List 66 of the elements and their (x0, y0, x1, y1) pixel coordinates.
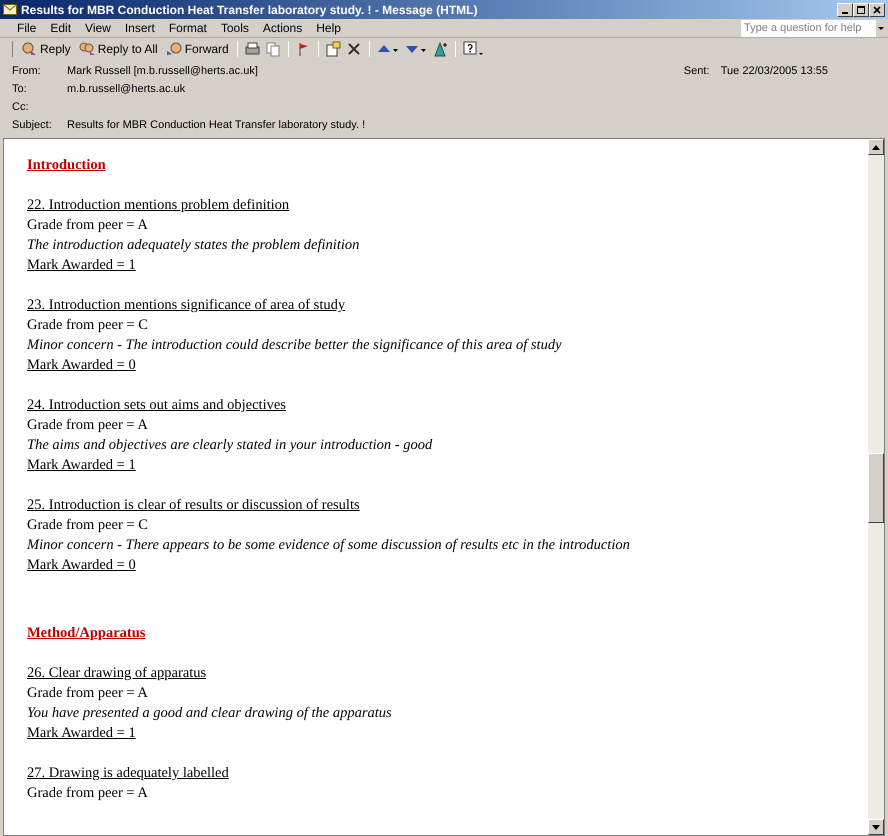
mark-awarded: Mark Awarded = 1 (27, 256, 137, 275)
forward-icon (166, 40, 183, 56)
criterion-title: 22. Introduction mentions problem definition (27, 196, 290, 215)
field-value: Tue 22/03/2005 13:55 (720, 64, 828, 79)
menu-item[interactable]: View (78, 19, 118, 37)
feedback-comment: The aims and objectives are clearly stated in your introduction - good (27, 436, 434, 455)
criterion-title: 24. Introduction sets out aims and objectives (27, 396, 287, 415)
scrollbar[interactable] (868, 139, 884, 835)
print-icon[interactable] (244, 40, 261, 56)
feedback-comment: Minor concern - There appears to be some evidence of some discussion of results etc in the introduction (27, 536, 631, 555)
menu-item[interactable]: Help (309, 19, 348, 37)
peer-grade: Grade from peer = A (27, 684, 149, 703)
forward-button[interactable]: Forward (164, 39, 231, 58)
field-value: m.b.russell@herts.ac.uk (67, 82, 186, 97)
criterion-title: 25. Introduction is clear of results or discussion of results (27, 496, 361, 515)
maximize-icon (856, 4, 866, 14)
folder-icon[interactable] (324, 40, 342, 56)
field-value: Mark Russell [m.b.russell@herts.ac.uk] (67, 64, 258, 79)
minimize-button[interactable] (837, 2, 853, 16)
field-value: Results for MBR Conduction Heat Transfer laboratory study. ! (67, 118, 366, 133)
menu-item[interactable]: File (10, 19, 44, 37)
field-label: From: (12, 64, 42, 79)
feedback-comment: Minor concern - The introduction could describe better the significance of this area of study (27, 336, 563, 355)
mark-awarded: Mark Awarded = 1 (27, 456, 137, 475)
copy-icon[interactable] (264, 40, 282, 56)
field-label: Sent: (684, 64, 710, 79)
field-label: To: (12, 82, 28, 97)
close-button[interactable] (869, 2, 885, 16)
down-arrow-icon (872, 824, 880, 830)
up-arrow-icon (872, 144, 880, 150)
envelope-icon (3, 4, 17, 15)
section-heading: Introduction (27, 156, 107, 175)
menu-item[interactable]: Actions (256, 19, 310, 37)
menu-item[interactable]: Insert (118, 19, 162, 37)
peer-grade: Grade from peer = A (27, 784, 149, 803)
close-icon (872, 4, 882, 14)
criterion-title: 23. Introduction mentions significance of area of study (27, 296, 346, 315)
reply-all-button[interactable]: Reply to All (76, 39, 160, 58)
minimize-icon (842, 12, 848, 14)
field-label: Subject: (12, 118, 53, 133)
menu-item[interactable]: Edit (43, 19, 78, 37)
field-label: Cc: (12, 100, 30, 115)
mark-awarded: Mark Awarded = 0 (27, 356, 137, 375)
scroll-thumb[interactable] (868, 453, 884, 523)
reply-icon (21, 40, 38, 56)
scroll-down-button[interactable] (868, 819, 884, 835)
peer-grade: Grade from peer = A (27, 216, 149, 235)
reply-all-icon (78, 40, 96, 56)
feedback-comment: You have presented a good and clear drawing of the apparatus (27, 704, 393, 723)
menu-item[interactable]: Format (162, 19, 214, 37)
menu-item[interactable]: Tools (214, 19, 256, 37)
peer-grade: Grade from peer = C (27, 516, 149, 535)
criterion-title: 26. Clear drawing of apparatus (27, 664, 208, 683)
mark-awarded: Mark Awarded = 1 (27, 724, 137, 743)
help-search-field[interactable]: Type a question for help (741, 20, 876, 36)
help-icon[interactable] (462, 40, 486, 56)
scroll-up-button[interactable] (868, 139, 884, 155)
maximize-button[interactable] (853, 2, 869, 16)
reply-button[interactable]: Reply (19, 39, 73, 58)
criterion-title: 27. Drawing is adequately labelled (27, 764, 230, 783)
feedback-comment: The introduction adequately states the problem definition (27, 236, 360, 255)
peer-grade: Grade from peer = C (27, 316, 149, 335)
peer-grade: Grade from peer = A (27, 416, 149, 435)
section-heading: Method/Apparatus (27, 624, 146, 643)
mark-awarded: Mark Awarded = 0 (27, 556, 137, 575)
window-title: Results for MBR Conduction Heat Transfer laboratory study. ! - Message (HTML) (21, 2, 478, 18)
